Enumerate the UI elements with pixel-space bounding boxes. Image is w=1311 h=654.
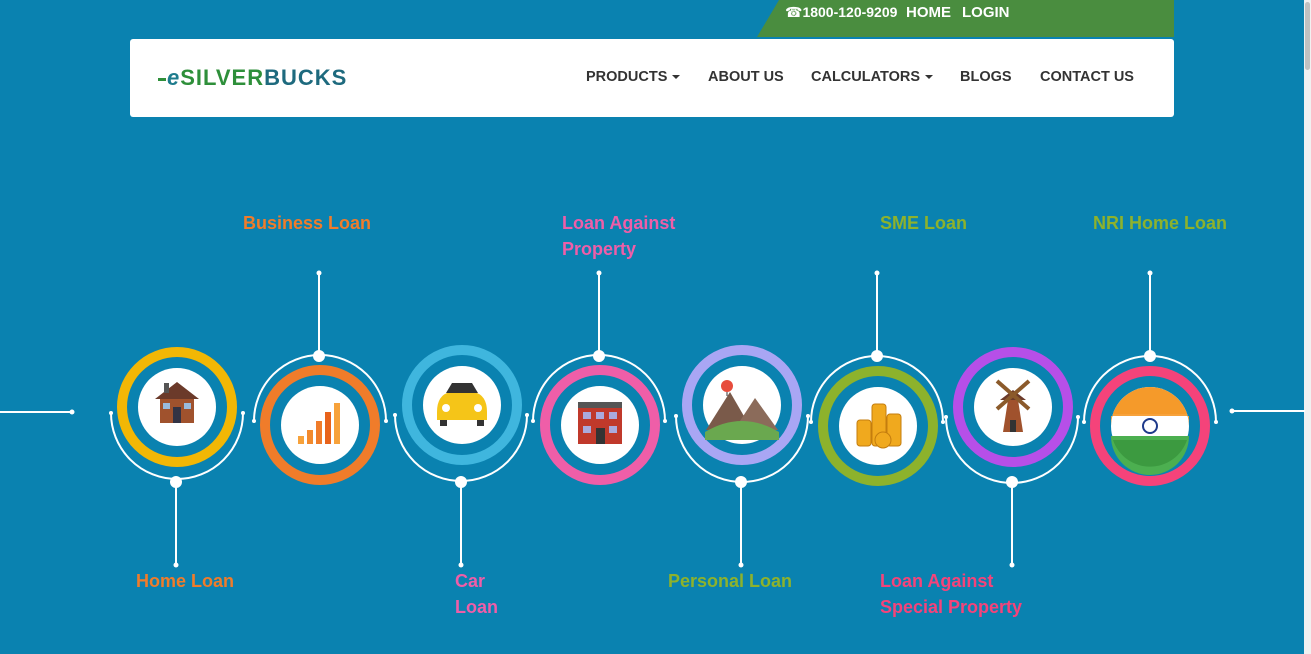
home-loan-circle[interactable] xyxy=(117,347,237,467)
loan-against-property-label[interactable]: Loan Against Property xyxy=(562,210,675,262)
home-loan-label[interactable]: Home Loan xyxy=(136,568,234,594)
business-loan-circle[interactable] xyxy=(260,365,380,485)
building-icon xyxy=(578,402,622,444)
loan-against-property-circle[interactable] xyxy=(540,365,660,485)
loan-against-special-property-label[interactable]: Loan Against Special Property xyxy=(880,568,1022,620)
loan-against-special-property-circle[interactable] xyxy=(953,347,1073,467)
sme-loan-label[interactable]: SME Loan xyxy=(880,210,967,236)
nri-home-loan-label[interactable]: NRI Home Loan xyxy=(1093,210,1227,236)
sme-loan-circle[interactable] xyxy=(818,366,938,486)
car-loan-label[interactable]: Car Loan xyxy=(455,568,498,620)
personal-loan-label[interactable]: Personal Loan xyxy=(668,568,792,594)
personal-loan-circle[interactable] xyxy=(682,345,802,465)
nri-home-loan-circle[interactable] xyxy=(1090,366,1210,486)
car-loan-circle[interactable] xyxy=(402,345,522,465)
business-loan-label[interactable]: Business Loan xyxy=(243,210,371,236)
loan-timeline xyxy=(0,270,1305,568)
